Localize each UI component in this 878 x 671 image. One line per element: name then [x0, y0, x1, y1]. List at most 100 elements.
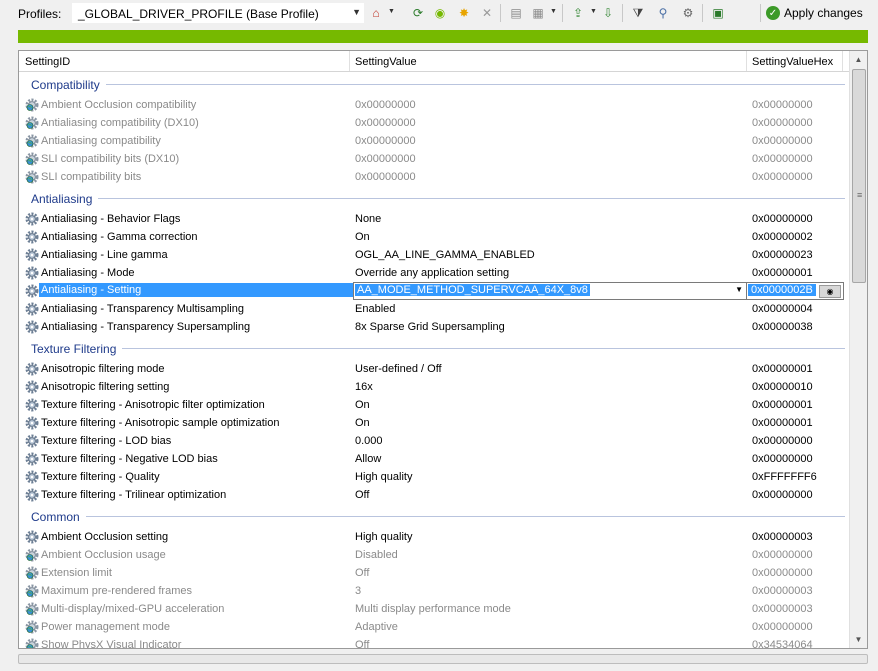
setting-row[interactable]: Ambient Occlusion usage Disabled 0x0000000… — [19, 546, 851, 564]
setting-row[interactable]: Texture filtering - Negative LOD bias All… — [19, 450, 851, 468]
setting-row[interactable]: Maximum pre-rendered frames 3 0x00000003 — [19, 582, 851, 600]
setting-row[interactable]: SLI compatibility bits (DX10) 0x00000000 0… — [19, 150, 851, 168]
setting-value-hex: 0x00000000 — [752, 171, 813, 183]
setting-value: Multi display performance mode — [355, 603, 511, 615]
import-icon[interactable]: ⇩ — [600, 5, 616, 21]
setting-row[interactable]: Antialiasing - Transparency Multisamplin… — [19, 300, 851, 318]
edit-hex-icon[interactable]: ◉ — [819, 285, 841, 298]
application-list-icon[interactable]: ▦ — [530, 5, 546, 21]
gear-icon — [25, 266, 39, 280]
setting-row[interactable]: Antialiasing - Transparency Supersamplin… — [19, 318, 851, 336]
setting-row[interactable]: Extension limit Off 0x00000000 — [19, 564, 851, 582]
setting-row[interactable]: Antialiasing - Behavior Flags None 0x00000… — [19, 210, 851, 228]
setting-id: Antialiasing - Mode — [41, 267, 135, 279]
setting-row[interactable]: Show PhysX Visual Indicator Off 0x34534064 — [19, 636, 851, 648]
setting-value: 0.000 — [355, 435, 383, 447]
chevron-down-icon[interactable]: ▼ — [388, 8, 395, 15]
setting-row[interactable]: Antialiasing - Mode Override any applicat… — [19, 264, 851, 282]
group-title: Common — [31, 510, 80, 524]
setting-row[interactable]: Texture filtering - Anisotropic filter o… — [19, 396, 851, 414]
gear-icon — [25, 452, 39, 466]
apply-changes-button[interactable]: ✓ Apply changes — [766, 4, 863, 22]
setting-row[interactable]: Antialiasing compatibility (DX10) 0x00000… — [19, 114, 851, 132]
setting-value-hex: 0x00000004 — [752, 303, 813, 315]
column-divider[interactable] — [746, 51, 747, 71]
settings-icon[interactable]: ⚙ — [680, 5, 696, 21]
status-bar — [18, 30, 868, 43]
group-header[interactable]: Common — [19, 504, 851, 528]
column-divider[interactable] — [349, 51, 350, 71]
setting-row[interactable]: Texture filtering - Anisotropic sample o… — [19, 414, 851, 432]
export-icon[interactable]: ⇪ — [570, 5, 586, 21]
setting-row[interactable]: Antialiasing compatibility 0x00000000 0x00… — [19, 132, 851, 150]
add-application-icon[interactable]: ▤ — [508, 5, 524, 21]
window-icon[interactable]: ▣ — [710, 5, 726, 21]
column-header-setting-id[interactable]: SettingID — [25, 56, 70, 68]
setting-hex-field[interactable]: 0x0000002B ◉ — [746, 282, 844, 300]
horizontal-scrollbar[interactable] — [18, 654, 868, 664]
new-profile-icon[interactable]: ✸ — [456, 5, 472, 21]
setting-row[interactable]: Texture filtering - LOD bias 0.000 0x00000… — [19, 432, 851, 450]
setting-row[interactable]: Antialiasing - Gamma correction On 0x00000… — [19, 228, 851, 246]
settings-grid: SettingID SettingValue SettingValueHex C… — [18, 50, 868, 649]
scroll-up-icon[interactable]: ▲ — [850, 51, 867, 68]
refresh-icon[interactable]: ⟳ — [410, 5, 426, 21]
column-header-setting-value[interactable]: SettingValue — [355, 56, 417, 68]
chevron-down-icon[interactable]: ▼ — [735, 285, 743, 294]
setting-id: Power management mode — [41, 621, 171, 633]
nvidia-icon[interactable]: ◉ — [432, 5, 448, 21]
profiles-label: Profiles: — [18, 7, 62, 21]
setting-row[interactable]: Ambient Occlusion compatibility 0x0000000… — [19, 96, 851, 114]
setting-row[interactable]: Texture filtering - Quality High quality 0… — [19, 468, 851, 486]
setting-value: Off — [355, 567, 370, 579]
setting-row[interactable]: Texture filtering - Trilinear optimizati… — [19, 486, 851, 504]
setting-value-hex: 0x00000002 — [752, 231, 813, 243]
group-header[interactable]: Texture Filtering — [19, 336, 851, 360]
setting-id: Multi-display/mixed-GPU acceleration — [41, 603, 225, 615]
delete-icon[interactable]: ✕ — [479, 5, 495, 21]
setting-value: 0x00000000 — [355, 153, 416, 165]
setting-id: Texture filtering - Anisotropic sample o… — [41, 417, 280, 429]
setting-id: Antialiasing compatibility (DX10) — [41, 117, 199, 129]
chevron-down-icon: ▼ — [352, 7, 361, 17]
setting-value-hex: 0x0000002B — [748, 284, 816, 296]
vertical-scrollbar[interactable]: ▲ ≡ ▼ — [849, 51, 867, 648]
group-header[interactable]: Antialiasing — [19, 186, 851, 210]
setting-value: Off — [355, 489, 370, 501]
global-setting-icon — [25, 584, 39, 598]
setting-id: Antialiasing - Behavior Flags — [41, 213, 181, 225]
column-header-setting-value-hex[interactable]: SettingValueHex — [752, 56, 833, 68]
group-header[interactable]: Compatibility — [19, 72, 851, 96]
grip-icon: ≡ — [857, 190, 863, 200]
setting-row[interactable]: Anisotropic filtering mode User-defined /… — [19, 360, 851, 378]
scroll-down-icon[interactable]: ▼ — [850, 631, 867, 648]
setting-row[interactable]: SLI compatibility bits 0x00000000 0x000000… — [19, 168, 851, 186]
home-icon[interactable]: ⌂ — [368, 5, 384, 21]
setting-id: Maximum pre-rendered frames — [41, 585, 192, 597]
search-icon[interactable]: ⚲ — [655, 5, 671, 21]
setting-row[interactable]: Antialiasing - Setting AA_MODE_METHOD_SUP… — [19, 282, 851, 300]
setting-id: Antialiasing - Transparency Supersamplin… — [41, 321, 251, 333]
setting-value-hex: 0x00000003 — [752, 585, 813, 597]
group-title: Texture Filtering — [31, 342, 117, 356]
setting-value-hex: 0xFFFFFFF6 — [752, 471, 817, 483]
gear-icon — [25, 530, 39, 544]
chevron-down-icon[interactable]: ▼ — [590, 8, 597, 15]
setting-id: Texture filtering - Negative LOD bias — [41, 453, 218, 465]
chevron-down-icon[interactable]: ▼ — [550, 8, 557, 15]
filter-icon[interactable]: ⧩ — [630, 5, 646, 21]
gear-icon — [25, 434, 39, 448]
toolbar-divider — [622, 4, 623, 22]
setting-row[interactable]: Power management mode Adaptive 0x00000000 — [19, 618, 851, 636]
setting-id: Ambient Occlusion compatibility — [41, 99, 197, 111]
setting-row[interactable]: Anisotropic filtering setting 16x 0x000000… — [19, 378, 851, 396]
setting-row[interactable]: Multi-display/mixed-GPU acceleration Mult… — [19, 600, 851, 618]
setting-row[interactable]: Ambient Occlusion setting High quality 0x0… — [19, 528, 851, 546]
column-divider[interactable] — [842, 51, 843, 71]
setting-value: High quality — [355, 471, 413, 483]
profile-select[interactable]: _GLOBAL_DRIVER_PROFILE (Base Profile) ▼ — [72, 3, 364, 23]
scrollbar-thumb[interactable]: ≡ — [852, 69, 866, 283]
setting-row[interactable]: Antialiasing - Line gamma OGL_AA_LINE_GAM… — [19, 246, 851, 264]
setting-value-combobox[interactable]: AA_MODE_METHOD_SUPERVCAA_64X_8v8 ▼ — [353, 282, 747, 300]
setting-id: Ambient Occlusion setting — [41, 531, 169, 543]
